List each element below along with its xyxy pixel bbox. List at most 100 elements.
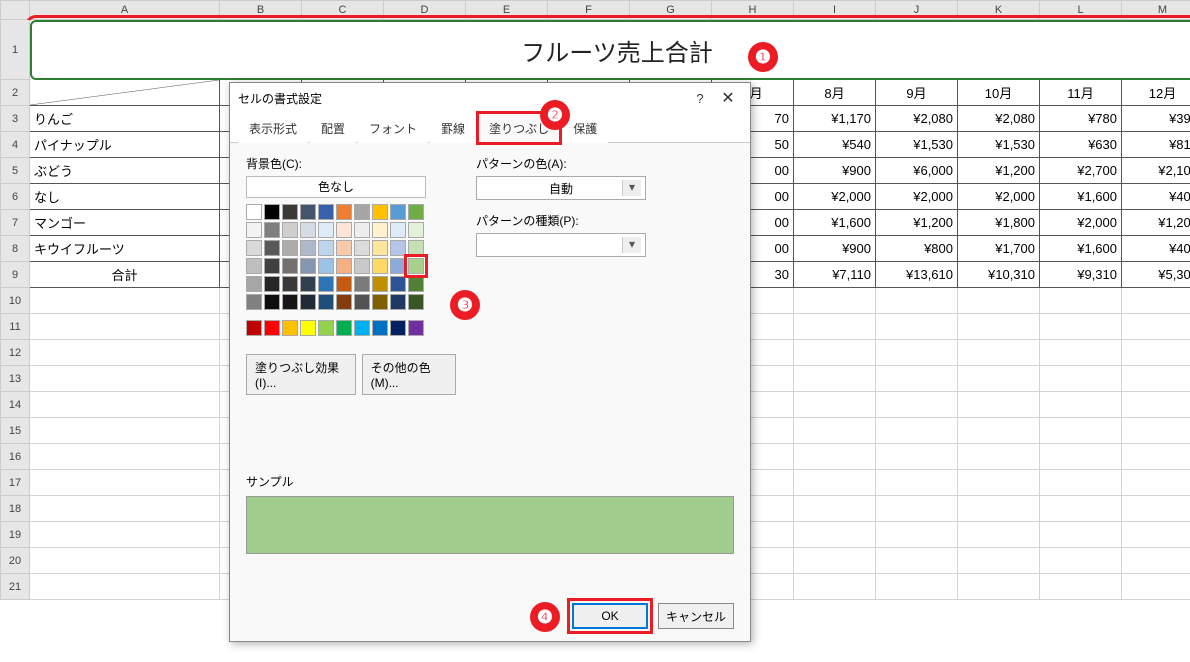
color-swatch-standard[interactable]: [300, 320, 316, 336]
col-header-H[interactable]: H: [712, 0, 794, 20]
color-swatch-standard[interactable]: [264, 320, 280, 336]
empty-cell[interactable]: [958, 288, 1040, 314]
empty-cell[interactable]: [1122, 574, 1190, 600]
color-swatch[interactable]: [390, 294, 406, 310]
empty-cell[interactable]: [1122, 366, 1190, 392]
row-header-2[interactable]: 2: [0, 80, 30, 106]
empty-cell[interactable]: [1040, 366, 1122, 392]
color-swatch[interactable]: [318, 222, 334, 238]
empty-cell[interactable]: [794, 314, 876, 340]
col-header-B[interactable]: B: [220, 0, 302, 20]
empty-cell[interactable]: [1040, 392, 1122, 418]
data-cell[interactable]: ¥2,100: [1122, 158, 1190, 184]
data-cell[interactable]: ¥9,310: [1040, 262, 1122, 288]
color-swatch[interactable]: [372, 294, 388, 310]
empty-cell[interactable]: [876, 288, 958, 314]
color-swatch[interactable]: [282, 204, 298, 220]
empty-cell[interactable]: [30, 496, 220, 522]
row-label[interactable]: マンゴー: [30, 210, 220, 236]
color-swatch[interactable]: [372, 276, 388, 292]
color-swatch[interactable]: [336, 204, 352, 220]
empty-cell[interactable]: [30, 288, 220, 314]
color-swatch-standard[interactable]: [372, 320, 388, 336]
color-swatch[interactable]: [264, 294, 280, 310]
data-cell[interactable]: ¥630: [1040, 132, 1122, 158]
data-cell[interactable]: ¥2,080: [876, 106, 958, 132]
color-swatch[interactable]: [318, 276, 334, 292]
color-swatch[interactable]: [246, 258, 262, 274]
empty-cell[interactable]: [1040, 522, 1122, 548]
empty-cell[interactable]: [1040, 314, 1122, 340]
color-swatch-standard[interactable]: [408, 320, 424, 336]
row-header-1[interactable]: 1: [0, 20, 30, 80]
color-swatch[interactable]: [282, 240, 298, 256]
empty-cell[interactable]: [794, 340, 876, 366]
row-header-11[interactable]: 11: [0, 314, 30, 340]
empty-cell[interactable]: [876, 340, 958, 366]
empty-cell[interactable]: [958, 522, 1040, 548]
color-swatch[interactable]: [246, 240, 262, 256]
empty-cell[interactable]: [876, 548, 958, 574]
pattern-color-combo[interactable]: 自動: [476, 176, 646, 200]
col-header-L[interactable]: L: [1040, 0, 1122, 20]
empty-cell[interactable]: [1040, 288, 1122, 314]
color-swatch[interactable]: [372, 222, 388, 238]
data-cell[interactable]: ¥1,600: [1040, 236, 1122, 262]
color-swatch[interactable]: [282, 222, 298, 238]
color-swatch[interactable]: [336, 240, 352, 256]
empty-cell[interactable]: [794, 418, 876, 444]
data-cell[interactable]: ¥810: [1122, 132, 1190, 158]
month-header[interactable]: 8月: [794, 80, 876, 106]
data-cell[interactable]: ¥1,200: [1122, 210, 1190, 236]
color-swatch[interactable]: [354, 204, 370, 220]
data-cell[interactable]: ¥900: [794, 236, 876, 262]
color-swatch[interactable]: [318, 258, 334, 274]
empty-cell[interactable]: [30, 574, 220, 600]
color-swatch[interactable]: [354, 222, 370, 238]
empty-cell[interactable]: [876, 574, 958, 600]
empty-cell[interactable]: [1122, 392, 1190, 418]
month-header[interactable]: 11月: [1040, 80, 1122, 106]
row-label[interactable]: なし: [30, 184, 220, 210]
empty-cell[interactable]: [876, 444, 958, 470]
empty-cell[interactable]: [1040, 574, 1122, 600]
row-header-19[interactable]: 19: [0, 522, 30, 548]
empty-cell[interactable]: [958, 496, 1040, 522]
data-cell[interactable]: ¥1,530: [958, 132, 1040, 158]
color-swatch[interactable]: [408, 204, 424, 220]
empty-cell[interactable]: [794, 548, 876, 574]
data-cell[interactable]: ¥1,200: [876, 210, 958, 236]
month-header[interactable]: 12月: [1122, 80, 1190, 106]
empty-cell[interactable]: [30, 470, 220, 496]
empty-cell[interactable]: [1122, 548, 1190, 574]
row-header-21[interactable]: 21: [0, 574, 30, 600]
empty-cell[interactable]: [958, 418, 1040, 444]
more-colors-button[interactable]: その他の色(M)...: [362, 354, 456, 395]
tab-0[interactable]: 表示形式: [238, 113, 308, 143]
row-header-13[interactable]: 13: [0, 366, 30, 392]
data-cell[interactable]: ¥2,000: [794, 184, 876, 210]
col-header-C[interactable]: C: [302, 0, 384, 20]
color-swatch[interactable]: [300, 276, 316, 292]
color-swatch[interactable]: [246, 276, 262, 292]
empty-cell[interactable]: [958, 392, 1040, 418]
empty-cell[interactable]: [30, 392, 220, 418]
color-swatch[interactable]: [282, 258, 298, 274]
row-header-15[interactable]: 15: [0, 418, 30, 444]
color-swatch[interactable]: [354, 294, 370, 310]
select-all-corner[interactable]: [0, 0, 30, 20]
month-header[interactable]: 10月: [958, 80, 1040, 106]
empty-cell[interactable]: [876, 392, 958, 418]
empty-cell[interactable]: [876, 470, 958, 496]
data-cell[interactable]: ¥1,530: [876, 132, 958, 158]
col-header-J[interactable]: J: [876, 0, 958, 20]
tab-1[interactable]: 配置: [310, 113, 356, 143]
empty-cell[interactable]: [876, 366, 958, 392]
color-swatch[interactable]: [318, 204, 334, 220]
color-swatch[interactable]: [264, 204, 280, 220]
data-cell[interactable]: ¥540: [794, 132, 876, 158]
empty-cell[interactable]: [794, 392, 876, 418]
color-swatch[interactable]: [318, 294, 334, 310]
color-swatch-standard[interactable]: [246, 320, 262, 336]
fill-effects-button[interactable]: 塗りつぶし効果(I)...: [246, 354, 356, 395]
